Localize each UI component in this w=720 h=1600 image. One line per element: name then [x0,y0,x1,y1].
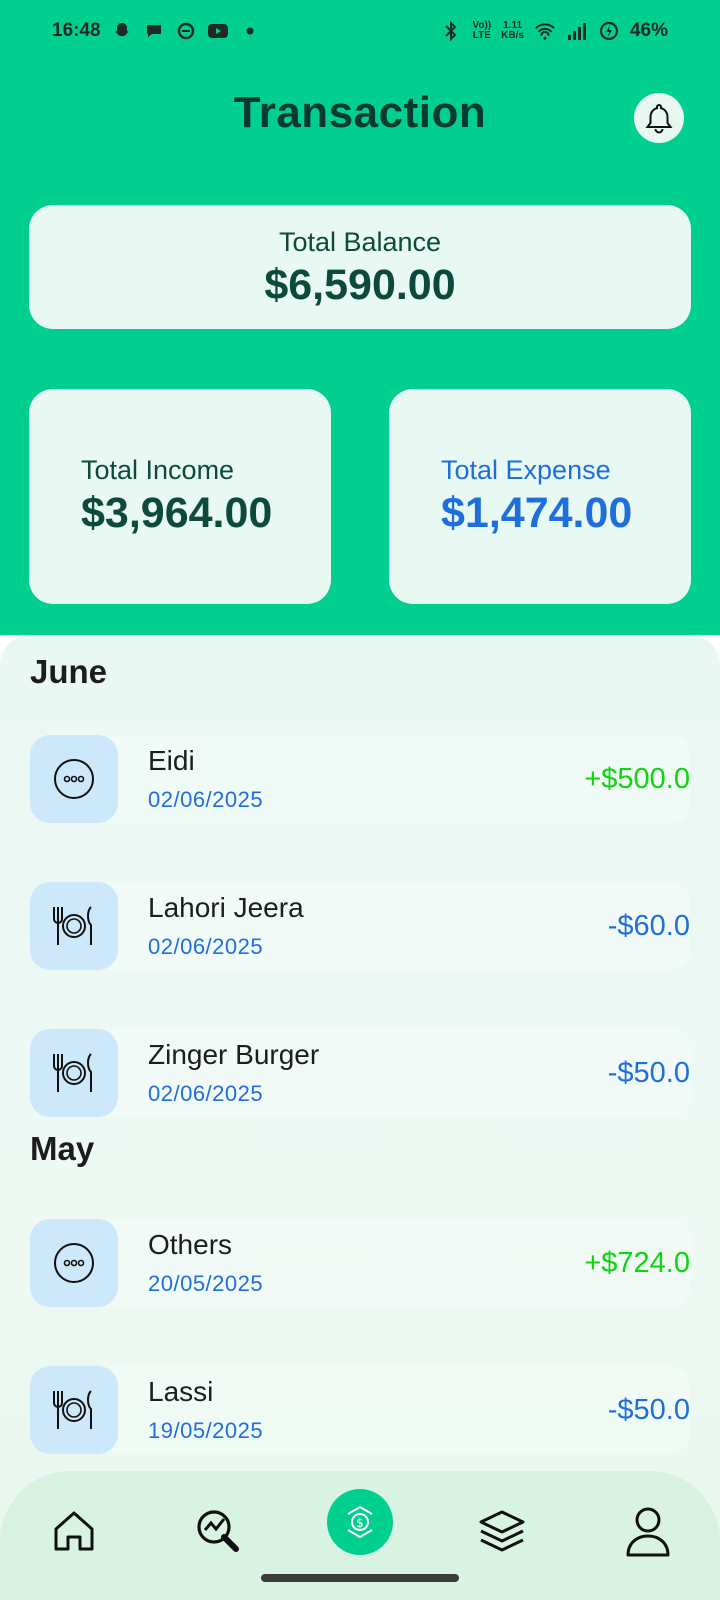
tx-icon-container [30,735,118,823]
analytics-icon [197,1510,239,1552]
status-time: 16:48 [52,20,101,41]
signal-icon [566,20,588,42]
transaction-row[interactable]: Lassi 19/05/2025 -$50.0 [30,1366,690,1454]
speed-unit: KB/s [501,30,524,41]
home-indicator-bar[interactable] [261,1574,459,1582]
page-title: Transaction [233,88,487,137]
tx-icon-container [30,1366,118,1454]
total-income-card: Total Income $3,964.00 [29,389,331,604]
youtube-icon [207,20,229,42]
total-income-value: $3,964.00 [81,489,273,537]
nav-home-button[interactable] [46,1503,102,1559]
chat-icon [143,20,165,42]
food-icon [53,1053,92,1092]
battery-percentage: 46% [629,20,668,41]
tx-amount: -$50.0 [607,1057,690,1089]
total-balance-value: $6,590.00 [264,261,456,309]
tx-icon-container [30,1219,118,1307]
nav-transaction-button[interactable]: $ [327,1489,393,1555]
transaction-row[interactable]: Eidi 02/06/2025 +$500.0 [30,735,690,823]
food-icon [53,1390,92,1429]
transaction-row[interactable]: Others 20/05/2025 +$724.0 [30,1219,690,1307]
status-bar: 16:48 Vo)) LTE 1.11 KB/s 46% [0,0,720,62]
profile-icon [626,1507,670,1557]
transaction-list[interactable]: June Eidi 02/06/2025 +$500.0 Lahori Jeer… [0,635,720,1600]
snapchat-icon [111,20,133,42]
nav-analytics-button[interactable] [190,1503,246,1559]
total-expense-card: Total Expense $1,474.00 [389,389,691,604]
tx-icon-container [30,882,118,970]
layers-icon [479,1510,525,1552]
status-left: 16:48 [52,20,261,42]
home-icon [54,1511,94,1551]
others-icon [54,759,94,799]
bluetooth-icon [440,20,462,42]
tx-name: Zinger Burger [148,1039,320,1070]
battery-saver-icon [598,20,620,42]
others-icon [54,1243,94,1283]
food-icon [53,906,92,945]
month-heading-june: June [30,653,108,690]
network-speed: 1.11 KB/s [501,21,524,41]
tx-date: 02/06/2025 [148,1081,264,1106]
wifi-icon [534,20,556,42]
tx-date: 02/06/2025 [148,934,264,959]
bell-icon [645,103,673,134]
tx-date: 19/05/2025 [148,1418,264,1443]
volte-indicator: Vo)) LTE [472,21,491,41]
tx-amount: +$724.0 [584,1247,690,1279]
nav-profile-button[interactable] [620,1503,676,1559]
transaction-icon: $ [347,1505,373,1539]
tx-name: Lahori Jeera [148,892,304,923]
status-right: Vo)) LTE 1.11 KB/s 46% [440,20,668,42]
total-income-label: Total Income [81,455,235,485]
tx-icon-container [30,1029,118,1117]
transaction-row[interactable]: Lahori Jeera 02/06/2025 -$60.0 [30,882,690,970]
nav-categories-button[interactable] [474,1503,530,1559]
more-notifications-dot-icon [239,20,261,42]
transaction-row[interactable]: Zinger Burger 02/06/2025 -$50.0 [30,1029,690,1117]
total-expense-label: Total Expense [441,455,611,485]
month-heading-may: May [30,1130,95,1167]
tx-amount: -$50.0 [607,1394,690,1426]
tx-date: 20/05/2025 [148,1271,264,1296]
notifications-button[interactable] [634,93,684,143]
app-notification-icon [175,20,197,42]
lte-text: LTE [472,30,491,41]
tx-date: 02/06/2025 [148,787,264,812]
tx-amount: -$60.0 [607,910,690,942]
tx-name: Others [148,1229,233,1260]
svg-text:$: $ [356,1516,364,1530]
total-expense-value: $1,474.00 [441,489,633,537]
total-balance-card: Total Balance $6,590.00 [29,205,691,329]
tx-name: Eidi [148,745,195,776]
total-balance-label: Total Balance [278,227,442,257]
tx-amount: +$500.0 [584,763,690,795]
tx-name: Lassi [148,1376,214,1407]
